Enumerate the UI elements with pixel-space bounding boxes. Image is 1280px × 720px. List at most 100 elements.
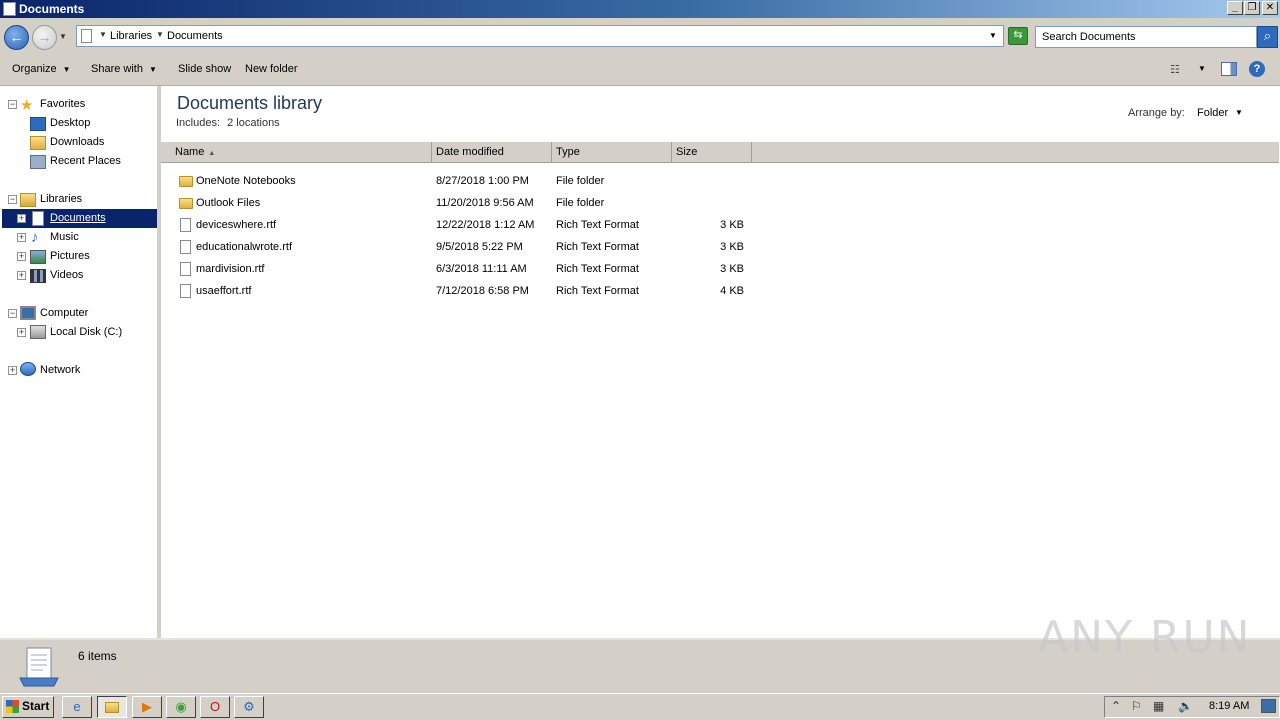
file-size: 3 KB <box>720 241 744 253</box>
network-tray-icon[interactable]: ▦ <box>1153 699 1164 713</box>
crumb-arrow-icon[interactable]: ▼ <box>156 30 164 39</box>
media-player-icon[interactable]: ▶ <box>132 696 162 718</box>
file-icon <box>180 240 191 254</box>
internet-explorer-icon[interactable]: e <box>62 696 92 718</box>
collapse-icon[interactable]: − <box>8 195 17 204</box>
file-row[interactable]: usaeffort.rtf 7/12/2018 6:58 PM Rich Text … <box>163 282 1278 304</box>
favorites-star-icon: ★ <box>20 97 34 114</box>
windows-logo-icon <box>6 700 19 713</box>
crumb-arrow-icon[interactable]: ▼ <box>99 30 107 39</box>
chevron-down-icon[interactable]: ▼ <box>1235 108 1243 117</box>
explorer-taskbar-button[interactable] <box>97 696 127 718</box>
share-with-button[interactable]: Share with ▼ <box>91 63 157 75</box>
column-header-date[interactable]: Date modified <box>432 142 552 163</box>
nav-pictures[interactable]: Pictures <box>50 250 90 262</box>
organize-button[interactable]: Organize ▼ <box>12 63 71 75</box>
nav-network[interactable]: Network <box>40 364 80 376</box>
file-date-modified: 8/27/2018 1:00 PM <box>436 175 529 187</box>
forward-button[interactable]: → <box>32 25 57 50</box>
file-type: File folder <box>556 175 605 187</box>
breadcrumb-libraries[interactable]: Libraries <box>110 30 152 42</box>
chevron-down-icon: ▼ <box>62 65 71 74</box>
views-dropdown-icon[interactable]: ▼ <box>1198 64 1206 73</box>
address-bar[interactable]: ▼ Libraries ▼ Documents ▼ <box>76 25 1004 47</box>
nav-documents[interactable]: Documents <box>50 212 106 224</box>
expand-icon[interactable]: + <box>8 366 17 375</box>
new-folder-button[interactable]: New folder <box>245 63 298 75</box>
change-view-icon[interactable]: ☷ <box>1170 63 1180 76</box>
nav-music[interactable]: Music <box>50 231 79 243</box>
back-button[interactable]: ← <box>4 25 29 50</box>
title-bar[interactable] <box>0 0 1280 18</box>
expand-icon[interactable]: + <box>17 328 26 337</box>
search-icon[interactable]: ⌕ <box>1257 26 1278 48</box>
history-dropdown-icon[interactable]: ▼ <box>59 32 67 41</box>
address-dropdown-icon[interactable]: ▼ <box>989 31 997 40</box>
column-header-size[interactable]: Size <box>672 142 752 163</box>
expand-icon[interactable]: + <box>17 233 26 242</box>
file-row[interactable]: Outlook Files 11/20/2018 9:56 AM File fold… <box>163 194 1278 216</box>
action-center-flag-icon[interactable]: ⚐ <box>1131 699 1142 713</box>
slide-show-button[interactable]: Slide show <box>178 63 231 75</box>
volume-icon[interactable]: 🔈 <box>1178 699 1193 713</box>
folder-icon <box>179 176 193 187</box>
share-with-label: Share with <box>91 63 143 75</box>
file-row[interactable]: educationalwrote.rtf 9/5/2018 5:22 PM Rich… <box>163 238 1278 260</box>
file-date-modified: 6/3/2018 11:11 AM <box>436 263 527 275</box>
close-button[interactable]: ✕ <box>1262 1 1278 15</box>
file-type: Rich Text Format <box>556 263 639 275</box>
expand-icon[interactable]: + <box>17 271 26 280</box>
column-header-name[interactable]: Name ▲ <box>171 142 432 163</box>
restore-button[interactable]: ❐ <box>1244 1 1260 15</box>
show-hidden-icons-icon[interactable]: ⌃ <box>1111 699 1121 713</box>
file-name: mardivision.rtf <box>196 263 265 275</box>
column-header-type[interactable]: Type <box>552 142 672 163</box>
file-type: Rich Text Format <box>556 285 639 297</box>
app-icon[interactable]: ⚙ <box>234 696 264 718</box>
file-date-modified: 7/12/2018 6:58 PM <box>436 285 529 297</box>
nav-downloads[interactable]: Downloads <box>50 136 104 148</box>
arrange-by-dropdown[interactable]: Folder <box>1197 107 1228 119</box>
clock[interactable]: 8:19 AM <box>1209 700 1249 712</box>
file-icon <box>180 284 191 298</box>
downloads-icon <box>30 136 46 150</box>
file-row[interactable]: mardivision.rtf 6/3/2018 11:11 AM Rich Tex… <box>163 260 1278 282</box>
search-input[interactable]: Search Documents <box>1035 26 1257 48</box>
nav-videos[interactable]: Videos <box>50 269 83 281</box>
locations-link[interactable]: 2 locations <box>227 117 280 129</box>
folder-icon <box>179 198 193 209</box>
show-desktop-icon[interactable] <box>1261 699 1276 713</box>
help-icon[interactable]: ? <box>1249 61 1265 77</box>
includes-label: Includes: <box>176 117 221 129</box>
nav-recent-places[interactable]: Recent Places <box>50 155 121 167</box>
file-row[interactable]: OneNote Notebooks 8/27/2018 1:00 PM File f… <box>163 172 1278 194</box>
nav-favorites[interactable]: Favorites <box>40 98 85 110</box>
nav-desktop[interactable]: Desktop <box>50 117 90 129</box>
music-icon: ♪ <box>31 229 39 246</box>
chrome-icon[interactable]: ◉ <box>166 696 196 718</box>
preview-pane-icon[interactable] <box>1221 62 1237 76</box>
nav-local-disk[interactable]: Local Disk (C:) <box>50 326 122 338</box>
expand-icon[interactable]: + <box>17 252 26 261</box>
collapse-icon[interactable]: − <box>8 100 17 109</box>
window-title: Documents <box>19 2 85 16</box>
documents-icon <box>32 211 44 226</box>
expand-icon[interactable]: + <box>17 214 26 223</box>
library-includes: Includes: 2 locations <box>176 117 280 129</box>
file-date-modified: 12/22/2018 1:12 AM <box>436 219 535 231</box>
minimize-button[interactable]: _ <box>1227 1 1243 15</box>
sort-ascending-icon: ▲ <box>208 150 216 157</box>
refresh-button[interactable]: ⇆ <box>1008 27 1028 45</box>
network-icon <box>20 362 36 376</box>
opera-icon[interactable]: O <box>200 696 230 718</box>
collapse-icon[interactable]: − <box>8 309 17 318</box>
chevron-down-icon: ▼ <box>148 65 157 74</box>
library-title: Documents library <box>177 93 323 113</box>
nav-libraries[interactable]: Libraries <box>40 193 82 205</box>
file-row[interactable]: deviceswhere.rtf 12/22/2018 1:12 AM Rich T… <box>163 216 1278 238</box>
breadcrumb-documents[interactable]: Documents <box>167 30 223 42</box>
column-name-label: Name <box>175 146 205 158</box>
desktop-icon <box>30 117 46 131</box>
documents-library-icon <box>19 647 59 687</box>
nav-computer[interactable]: Computer <box>40 307 88 319</box>
